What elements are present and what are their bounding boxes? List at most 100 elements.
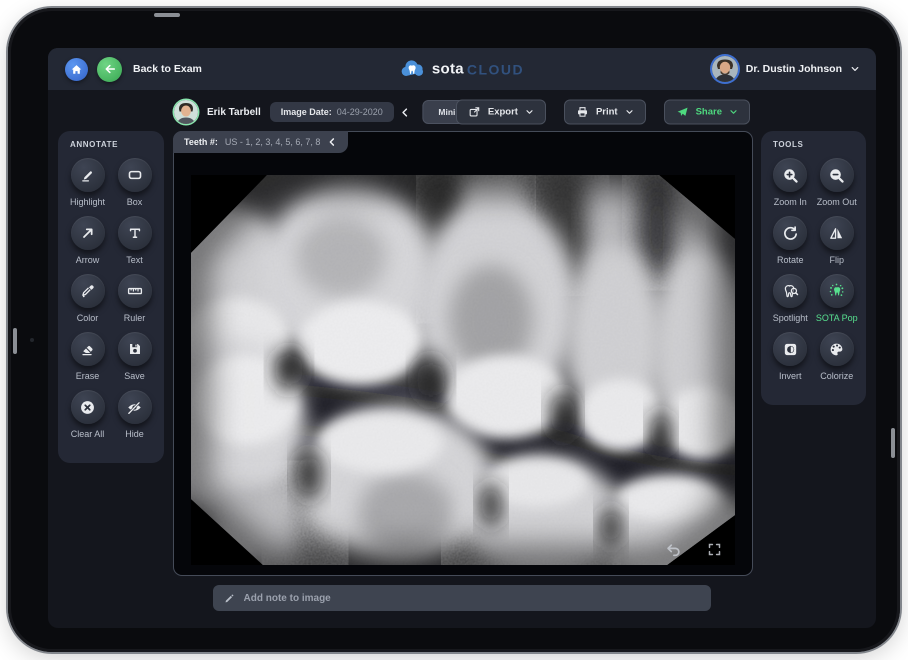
top-navbar: Back to Exam sotaCLOUD (48, 48, 876, 90)
color-button[interactable] (71, 274, 105, 308)
tool-spotlight: Spotlight (767, 271, 814, 329)
arrow-up-right-icon (80, 225, 96, 241)
image-toolbar: Erik Tarbell Image Date: 04-29-2020 Mini… (48, 96, 876, 128)
tools-panel-title: TOOLS (773, 140, 860, 149)
annotate-tool-erase: Erase (64, 329, 111, 387)
zoom-in-button[interactable] (773, 158, 807, 192)
chevron-left-icon (399, 107, 410, 118)
tool-sota-pop: SOTA Pop (814, 271, 861, 329)
text-button[interactable] (118, 216, 152, 250)
user-name-label: Dr. Dustin Johnson (746, 63, 842, 75)
rectangle-icon (127, 167, 143, 183)
tool-zoom-in: Zoom In (767, 155, 814, 213)
floppy-disk-icon (127, 341, 143, 357)
home-button[interactable] (65, 58, 88, 81)
tool-invert: Invert (767, 329, 814, 387)
chevron-down-icon (729, 108, 738, 117)
expand-icon (707, 542, 722, 557)
image-viewer-panel: Teeth #: US - 1, 2, 3, 4, 5, 6, 7, 8 (173, 131, 753, 576)
chevron-down-icon (850, 64, 860, 74)
front-camera (30, 338, 34, 342)
undo-icon (665, 542, 682, 557)
logo-text-bold: sota (432, 61, 464, 78)
tools-grid: Zoom In Zoom Out Rotate (767, 155, 860, 387)
page: Back to Exam sotaCLOUD (0, 0, 908, 660)
tool-colorize: Colorize (814, 329, 861, 387)
letter-t-icon (127, 225, 143, 241)
chevron-left-icon[interactable] (327, 137, 337, 147)
highlight-button[interactable] (71, 158, 105, 192)
tools-panel: TOOLS Zoom In Zoom Out (761, 131, 866, 405)
invert-circle-icon (782, 341, 799, 358)
paper-plane-icon (676, 106, 689, 119)
sparkle-tooth-icon (828, 283, 845, 300)
user-menu[interactable]: Dr. Dustin Johnson (712, 56, 860, 82)
rotate-button[interactable] (773, 216, 807, 250)
print-icon (576, 106, 589, 119)
box-button[interactable] (118, 158, 152, 192)
export-button[interactable]: Export (456, 100, 546, 125)
fullscreen-button[interactable] (707, 542, 722, 557)
image-date-value: 04-29-2020 (337, 107, 383, 117)
clear-all-button[interactable] (71, 390, 105, 424)
flip-button[interactable] (820, 216, 854, 250)
eyedropper-icon (80, 283, 96, 299)
chevron-down-icon (525, 108, 534, 117)
pencil-icon (224, 592, 236, 604)
ruler-button[interactable] (118, 274, 152, 308)
rotate-arrow-icon (782, 225, 799, 242)
back-button[interactable] (97, 57, 122, 82)
teeth-number-tab: Teeth #: US - 1, 2, 3, 4, 5, 6, 7, 8 (173, 131, 348, 153)
doctor-avatar (712, 56, 738, 82)
share-label: Share (696, 107, 722, 118)
tooth-magnifier-icon (782, 283, 799, 300)
annotate-tool-hide: Hide (111, 387, 158, 445)
save-button[interactable] (118, 332, 152, 366)
magnifier-minus-icon (828, 167, 845, 184)
note-input[interactable] (244, 593, 700, 604)
spotlight-button[interactable] (773, 274, 807, 308)
back-to-exam-label[interactable]: Back to Exam (133, 63, 202, 75)
annotate-tool-box: Box (111, 155, 158, 213)
tool-rotate: Rotate (767, 213, 814, 271)
tablet-left-button (13, 328, 17, 354)
erase-button[interactable] (71, 332, 105, 366)
xray-controls (665, 542, 722, 557)
magnifier-plus-icon (782, 167, 799, 184)
flip-horizontal-icon (828, 225, 845, 242)
note-input-container (213, 585, 711, 611)
share-button[interactable]: Share (664, 100, 750, 125)
colorize-button[interactable] (820, 332, 854, 366)
export-label: Export (488, 107, 518, 118)
export-icon (468, 106, 481, 119)
tool-flip: Flip (814, 213, 861, 271)
sota-cloud-logo: sotaCLOUD (400, 60, 524, 79)
eye-off-icon (126, 399, 143, 416)
app-screen: Back to Exam sotaCLOUD (48, 48, 876, 628)
annotate-panel: ANNOTATE Highlight Box (58, 131, 164, 463)
zoom-out-button[interactable] (820, 158, 854, 192)
sota-pop-button[interactable] (820, 274, 854, 308)
patient-info: Erik Tarbell Image Date: 04-29-2020 (174, 100, 394, 124)
arrow-button[interactable] (71, 216, 105, 250)
previous-image-button[interactable] (399, 107, 410, 118)
logo-text-light: CLOUD (467, 61, 524, 77)
teeth-label: Teeth #: (184, 137, 218, 147)
print-button[interactable]: Print (564, 100, 646, 125)
back-arrow-icon (103, 62, 117, 76)
image-actions: Export Print Share (456, 100, 750, 125)
tool-zoom-out: Zoom Out (814, 155, 861, 213)
hide-button[interactable] (118, 390, 152, 424)
dental-xray-image[interactable] (191, 175, 735, 565)
ruler-icon (127, 283, 143, 299)
patient-avatar (174, 100, 198, 124)
tablet-top-button (154, 13, 180, 17)
tooth-cloud-icon (400, 60, 427, 79)
annotate-tool-grid: Highlight Box Arrow (64, 155, 158, 445)
print-label: Print (596, 107, 618, 118)
eraser-icon (80, 341, 96, 357)
annotate-tool-highlight: Highlight (64, 155, 111, 213)
undo-button[interactable] (665, 542, 682, 557)
invert-button[interactable] (773, 332, 807, 366)
image-date-label: Image Date: (281, 107, 332, 117)
